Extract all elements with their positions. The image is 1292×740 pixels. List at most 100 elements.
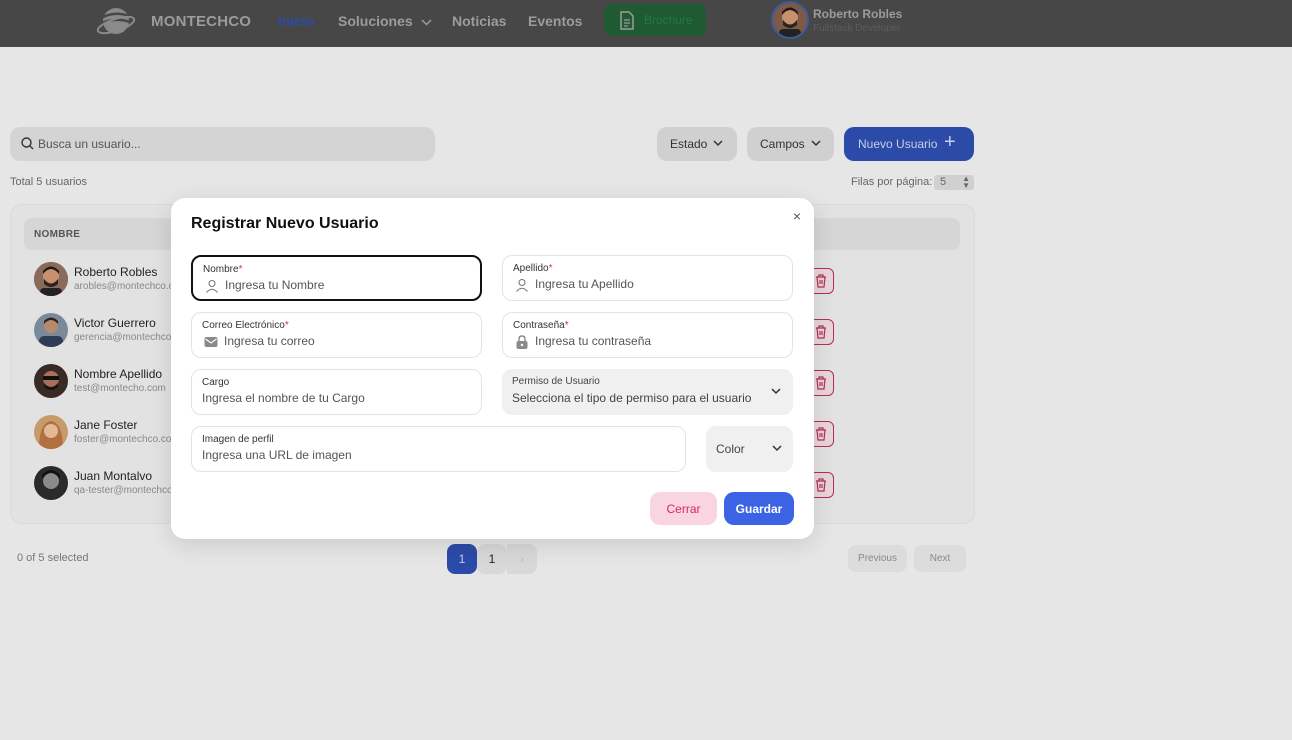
imagen-input[interactable] bbox=[202, 448, 672, 462]
person-avatar-icon bbox=[34, 415, 68, 449]
rows-per-page-value: 5 bbox=[940, 176, 947, 188]
brochure-label: Brochure bbox=[644, 13, 693, 27]
trash-icon bbox=[816, 325, 826, 339]
row-email: qa-tester@montechco.co bbox=[74, 485, 186, 496]
correo-input[interactable] bbox=[224, 334, 464, 348]
row-name: Jane Foster bbox=[74, 418, 138, 432]
nombre-field[interactable]: Nombre* bbox=[191, 255, 482, 301]
person-avatar-icon bbox=[34, 466, 68, 500]
cargo-label: Cargo bbox=[202, 377, 230, 388]
chevron-down-icon bbox=[772, 445, 782, 452]
selected-count: 0 of 5 selected bbox=[17, 552, 89, 564]
permiso-select[interactable]: Permiso de Usuario Selecciona el tipo de… bbox=[502, 369, 793, 415]
page-button-current[interactable]: 1 bbox=[447, 544, 477, 574]
trash-icon bbox=[816, 376, 826, 390]
contrasena-field[interactable]: Contraseña* bbox=[502, 312, 793, 358]
chevron-down-icon bbox=[771, 388, 781, 395]
row-name: Juan Montalvo bbox=[74, 469, 153, 483]
row-name: Victor Guerrero bbox=[74, 316, 156, 330]
row-avatar bbox=[34, 415, 68, 449]
required-mark: * bbox=[284, 320, 289, 331]
user-avatar[interactable] bbox=[771, 1, 809, 39]
campos-filter-button[interactable]: Campos bbox=[747, 127, 834, 161]
cerrar-button[interactable]: Cerrar bbox=[650, 492, 717, 525]
nav-link-soluciones-label: Soluciones bbox=[338, 13, 413, 29]
correo-field[interactable]: Correo Electrónico* bbox=[191, 312, 482, 358]
brand-name[interactable]: MONTECHCO bbox=[151, 13, 251, 30]
row-avatar bbox=[34, 364, 68, 398]
lock-icon bbox=[516, 335, 528, 349]
nav-link-inicio[interactable]: Inicio bbox=[278, 13, 315, 29]
trash-icon bbox=[816, 274, 826, 288]
user-icon bbox=[206, 279, 218, 293]
cargo-field[interactable]: Cargo bbox=[191, 369, 482, 415]
chevron-down-icon bbox=[713, 140, 723, 147]
column-header-nombre[interactable]: NOMBRE bbox=[34, 229, 80, 240]
nav-link-soluciones[interactable]: Soluciones bbox=[338, 13, 432, 29]
chevron-down-icon bbox=[421, 19, 432, 26]
guardar-button[interactable]: Guardar bbox=[724, 492, 794, 525]
required-mark: * bbox=[564, 320, 569, 331]
row-name: Nombre Apellido bbox=[74, 367, 163, 381]
person-avatar-icon bbox=[34, 262, 68, 296]
contrasena-label: Contraseña* bbox=[513, 320, 569, 331]
row-avatar bbox=[34, 262, 68, 296]
rows-per-page-label: Filas por página: bbox=[851, 176, 933, 188]
cargo-input[interactable] bbox=[202, 391, 472, 405]
row-email: gerencia@montechco.co bbox=[74, 332, 185, 343]
new-user-button[interactable]: Nuevo Usuario + bbox=[844, 127, 974, 161]
apellido-label-text: Apellido bbox=[513, 263, 549, 274]
permiso-value: Selecciona el tipo de permiso para el us… bbox=[512, 391, 752, 405]
brochure-button[interactable]: Brochure bbox=[604, 4, 706, 36]
contrasena-input[interactable] bbox=[535, 334, 775, 348]
next-button[interactable]: Next bbox=[914, 545, 966, 572]
permiso-label: Permiso de Usuario bbox=[512, 376, 600, 387]
stepper-arrows-icon: ▲ ▼ bbox=[962, 174, 970, 190]
user-icon bbox=[516, 278, 528, 292]
nombre-label: Nombre* bbox=[203, 264, 242, 275]
search-icon bbox=[21, 137, 34, 150]
modal-title: Registrar Nuevo Usuario bbox=[191, 215, 379, 232]
nav-link-eventos[interactable]: Eventos bbox=[528, 13, 582, 29]
row-email: foster@montechco.co bbox=[74, 434, 172, 445]
estado-label: Estado bbox=[670, 137, 708, 151]
total-users-count: Total 5 usuarios bbox=[10, 176, 88, 188]
estado-filter-button[interactable]: Estado bbox=[657, 127, 737, 161]
search-input[interactable]: Busca un usuario... bbox=[10, 127, 435, 161]
nav-link-noticias[interactable]: Noticias bbox=[452, 13, 506, 29]
user-avatar-icon bbox=[773, 3, 807, 37]
row-avatar bbox=[34, 466, 68, 500]
close-icon[interactable]: × bbox=[789, 208, 805, 224]
register-user-modal: Registrar Nuevo Usuario × Nombre* Apelli… bbox=[171, 198, 814, 539]
user-name: Roberto Robles bbox=[813, 7, 903, 21]
mail-icon bbox=[204, 337, 218, 347]
previous-button[interactable]: Previous bbox=[848, 545, 907, 572]
required-mark: * bbox=[548, 263, 553, 274]
apellido-field[interactable]: Apellido* bbox=[502, 255, 793, 301]
user-role: Fullstack Developer bbox=[813, 23, 901, 34]
apellido-label: Apellido* bbox=[513, 263, 553, 274]
required-mark: * bbox=[238, 264, 243, 275]
correo-label-text: Correo Electrónico bbox=[202, 320, 285, 331]
row-avatar bbox=[34, 313, 68, 347]
new-user-label: Nuevo Usuario bbox=[858, 137, 938, 151]
trash-icon bbox=[816, 478, 826, 492]
page-button[interactable]: 1 bbox=[477, 544, 507, 574]
planet-logo-icon[interactable] bbox=[96, 3, 136, 39]
campos-label: Campos bbox=[760, 137, 805, 151]
rows-per-page-select[interactable]: 5 ▲ ▼ bbox=[934, 175, 974, 190]
page-next-arrow-icon[interactable]: › bbox=[507, 544, 537, 574]
row-name: Roberto Robles bbox=[74, 265, 158, 279]
nombre-input[interactable] bbox=[225, 278, 465, 292]
correo-label: Correo Electrónico* bbox=[202, 320, 289, 331]
row-email: arobles@montechco.co bbox=[74, 281, 180, 292]
imagen-field[interactable]: Imagen de perfil bbox=[191, 426, 686, 472]
nombre-label-text: Nombre bbox=[203, 264, 239, 275]
color-value: Color bbox=[716, 442, 745, 456]
plus-icon: + bbox=[944, 131, 956, 153]
color-select[interactable]: Color bbox=[706, 426, 793, 472]
trash-icon bbox=[816, 427, 826, 441]
apellido-input[interactable] bbox=[535, 277, 775, 291]
top-navbar: MONTECHCO Inicio Soluciones Noticias Eve… bbox=[0, 0, 1292, 47]
row-email: test@montecho.com bbox=[74, 383, 166, 394]
